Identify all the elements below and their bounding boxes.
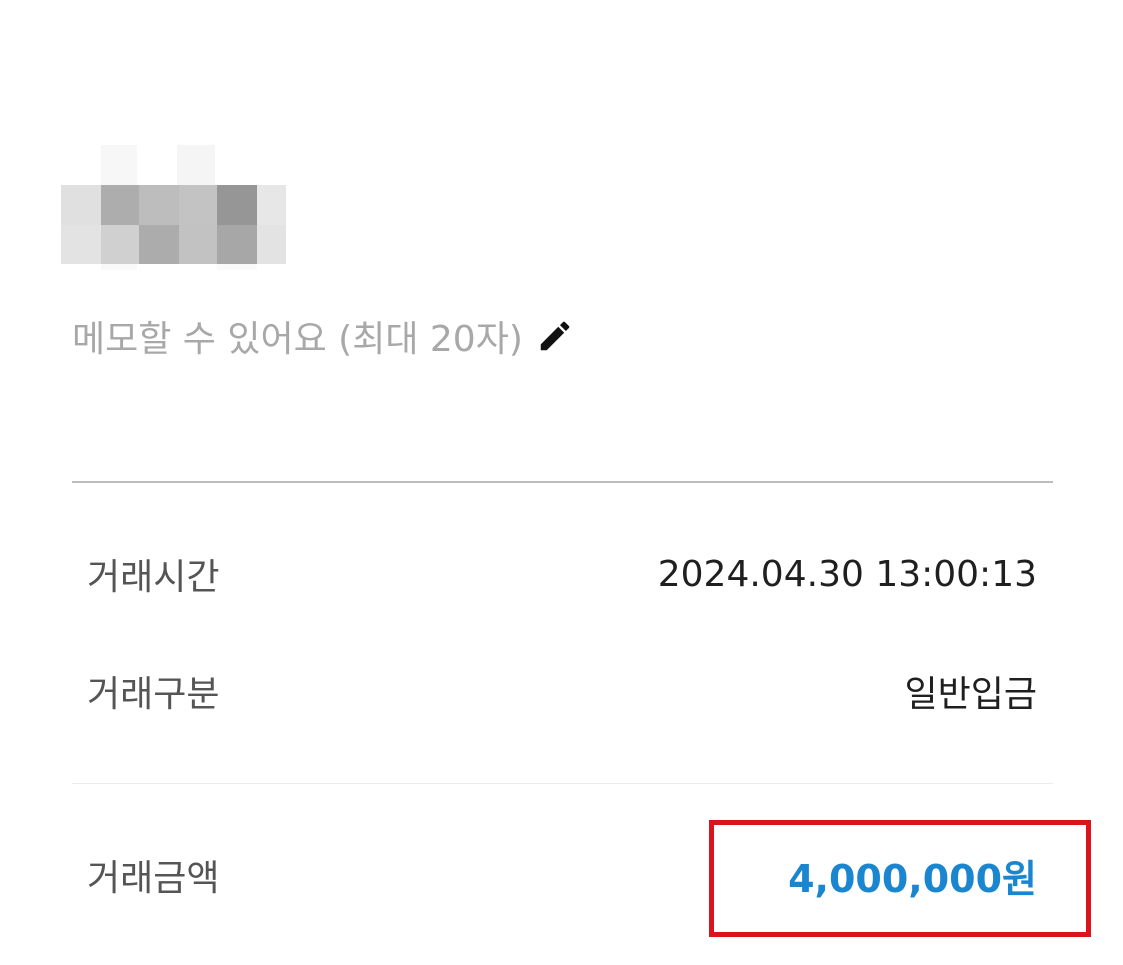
type-label: 거래구분 <box>87 674 220 715</box>
amount-label: 거래금액 <box>87 858 220 899</box>
obscured-name-mosaic <box>61 145 291 270</box>
section-divider <box>72 481 1053 483</box>
detail-row-amount: 거래금액 4,000,000원 <box>87 845 1037 905</box>
detail-row-type: 거래구분 일반입금 <box>87 661 1037 721</box>
memo-field[interactable]: 메모할 수 있어요 (최대 20자) <box>72 308 575 364</box>
amount-divider <box>72 783 1053 784</box>
time-label: 거래시간 <box>87 557 220 598</box>
memo-placeholder: 메모할 수 있어요 (최대 20자) <box>72 319 523 360</box>
time-value: 2024.04.30 13:00:13 <box>657 553 1037 595</box>
pencil-icon[interactable] <box>535 316 575 356</box>
type-value: 일반입금 <box>904 674 1037 715</box>
amount-value: 4,000,000원 <box>788 856 1037 901</box>
detail-row-time: 거래시간 2024.04.30 13:00:13 <box>87 544 1037 604</box>
